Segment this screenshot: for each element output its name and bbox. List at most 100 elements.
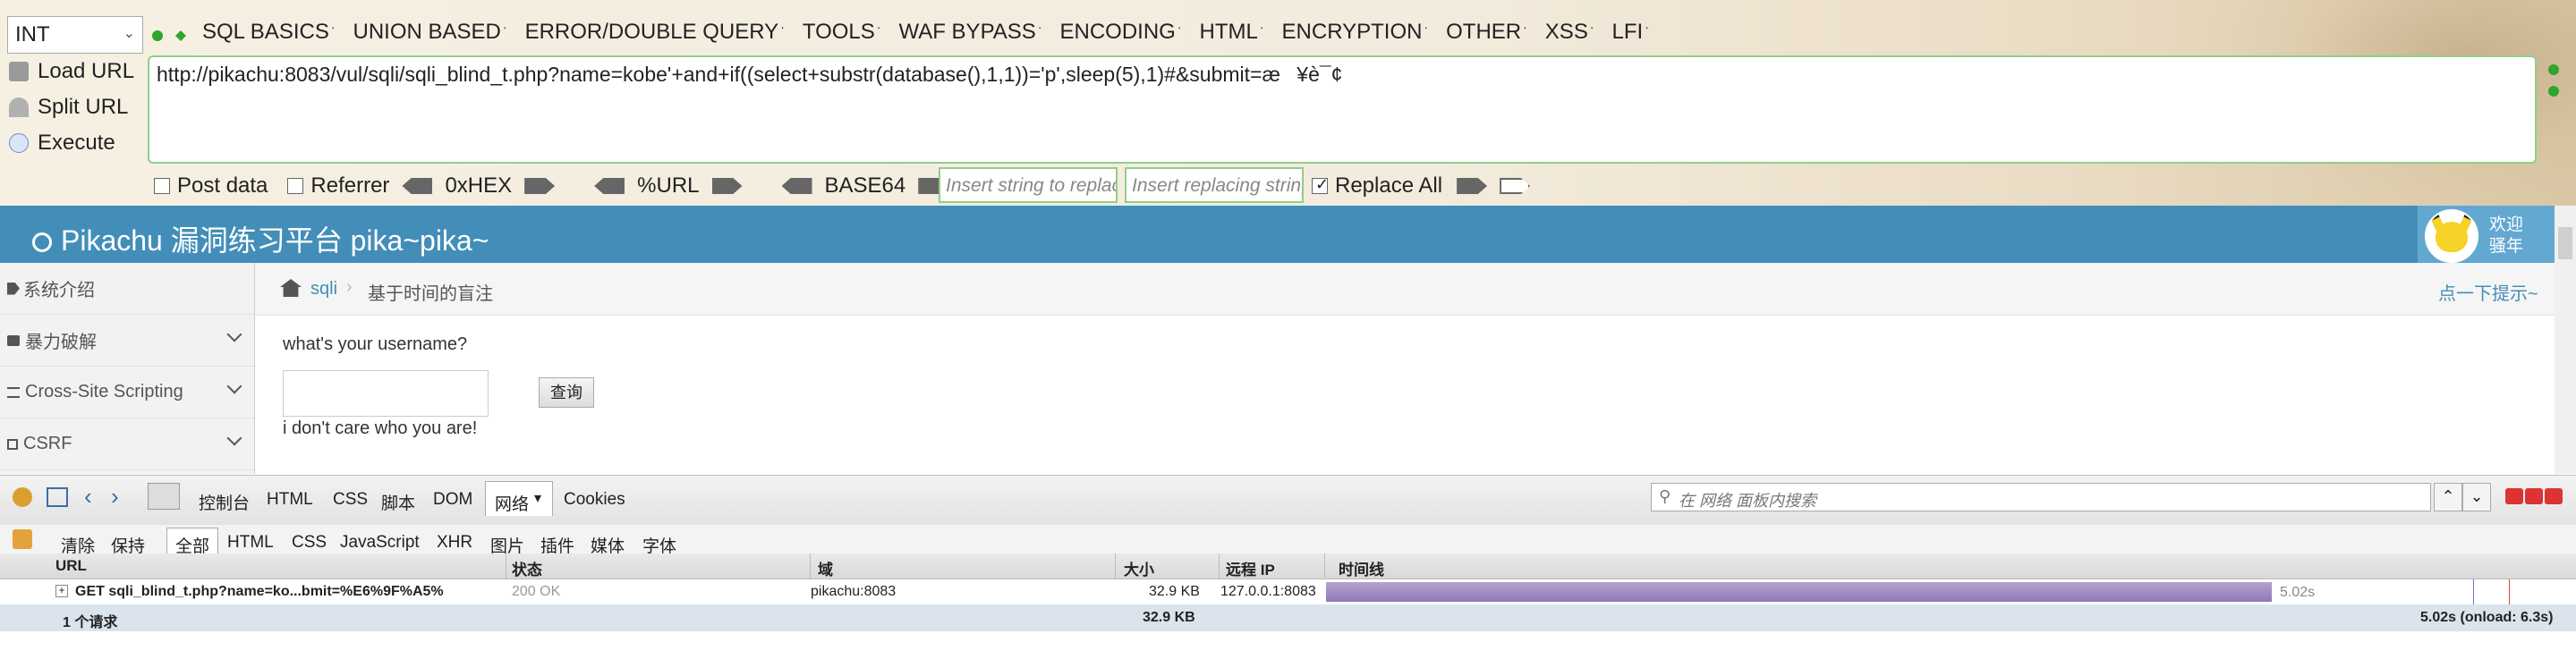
col-timeline[interactable]: 时间线 [1339,557,1384,579]
green-diamond-icon [175,30,186,41]
tab-network-active[interactable]: 网络 ▾ [485,481,553,516]
url-encode-icon[interactable] [711,178,743,194]
load-marker [2509,579,2510,604]
sidebar-item-intro[interactable]: 系统介绍 [0,263,254,315]
menu-waf-bypass[interactable]: WAF BYPASS [898,20,1041,52]
sidebar-item-brute-force[interactable]: 暴力破解 [0,315,254,367]
chevron-down-icon [226,378,242,394]
menu-encoding[interactable]: ENCODING [1060,20,1182,52]
menu-tools[interactable]: TOOLS [803,20,881,52]
tab-script[interactable]: 脚本 [381,490,415,514]
menu-html[interactable]: HTML [1200,20,1264,52]
green-dot-icon [152,30,163,41]
referrer-label: Referrer [310,173,390,198]
breadcrumb-current: 基于时间的盲注 [368,284,493,304]
hex-encode-icon[interactable] [524,178,556,194]
col-domain[interactable]: 域 [818,557,833,579]
col-url[interactable]: URL [55,557,87,575]
chevron-down-icon [226,430,242,446]
breadcrumb-link-sqli[interactable]: sqli [310,279,337,300]
tab-css[interactable]: CSS [333,490,368,510]
command-line-icon[interactable] [148,483,180,510]
firebug-icon[interactable] [13,487,32,507]
base64-label: BASE64 [824,173,906,198]
filter-xhr[interactable]: XHR [437,533,472,553]
network-search-input[interactable]: ⚲ 在 网络 面板内搜索 [1651,483,2431,511]
search-next-button[interactable]: ⌄ [2462,483,2491,511]
tab-network-label: 网络 [495,495,530,514]
filter-html[interactable]: HTML [227,533,274,553]
username-input[interactable] [283,370,489,417]
tab-cookies[interactable]: Cookies [564,490,625,510]
sidebar: 系统介绍 暴力破解 Cross-Site Scripting CSRF [0,263,255,474]
menu-union-based[interactable]: UNION BASED [353,20,507,52]
filter-javascript[interactable]: JavaScript [340,533,420,553]
encoding-select[interactable]: INT ⌄ [7,16,143,54]
network-summary-row: 1 个请求 32.9 KB 5.02s (onload: 6.3s) [0,604,2576,631]
detach-icon[interactable] [2525,488,2543,504]
menu-sql-basics[interactable]: SQL BASICS [202,20,336,52]
summary-count: 1 个请求 [63,615,118,630]
replacing-input[interactable]: Insert replacing string [1125,167,1304,203]
chevron-down-icon: ▾ [534,491,542,506]
tab-dom[interactable]: DOM [433,490,472,510]
base64-decode-icon[interactable] [781,178,812,194]
referrer-checkbox[interactable] [287,178,304,194]
replace-input[interactable]: Insert string to replace [939,167,1118,203]
expand-icon[interactable]: + [55,585,68,597]
menu-other[interactable]: OTHER [1446,20,1527,52]
request-time: 5.02s [2280,585,2316,600]
replace-run-icon[interactable] [1457,178,1488,194]
page-scrollbar[interactable] [2555,206,2576,474]
col-status[interactable]: 状态 [512,557,542,579]
sidebar-item-csrf[interactable]: CSRF [0,418,254,470]
page-banner: Pikachu 漏洞练习平台 pika~pika~ 欢迎 骚年 [0,206,2555,263]
encoding-select-value: INT [15,22,50,46]
replace-placeholder: Insert string to replace [946,175,1118,196]
request-size: 32.9 KB [1149,584,1200,599]
col-size[interactable]: 大小 [1124,557,1154,579]
search-prev-button[interactable]: ⌃ [2434,483,2462,511]
query-button[interactable]: 查询 [539,377,594,408]
main-content: what's your username? 查询 i don't care wh… [255,315,2555,474]
search-icon: ⚲ [1659,487,1671,505]
execute-icon [9,133,29,153]
scrollbar-thumb[interactable] [2558,227,2572,259]
hackbar-toolbar: INT ⌄ SQL BASICS UNION BASED ERROR/DOUBL… [0,0,2576,206]
home-icon[interactable] [280,279,302,297]
menu-lfi[interactable]: LFI [1612,20,1649,52]
post-data-label: Post data [177,173,268,198]
menu-error-double-query[interactable]: ERROR/DOUBLE QUERY [525,20,785,52]
url-textarea[interactable]: http://pikachu:8083/vul/sqli/sqli_blind_… [148,55,2537,164]
sidebar-item-xss[interactable]: Cross-Site Scripting [0,367,254,418]
menu-xss[interactable]: XSS [1545,20,1594,52]
url-decode-icon[interactable] [594,178,625,194]
post-data-checkbox[interactable] [154,178,170,194]
chevron-down-icon [226,326,242,342]
hex-decode-icon[interactable] [402,178,433,194]
table-row[interactable]: + GET sqli_blind_t.php?name=ko...bmit=%E… [0,579,2576,604]
tab-html[interactable]: HTML [267,490,313,510]
replace-all-checkbox[interactable]: ✓ [1312,175,1329,194]
filter-css[interactable]: CSS [292,533,327,553]
filter-all-active[interactable]: 全部 [166,528,218,556]
forward-icon[interactable]: › [111,483,119,511]
replace-run-alt-icon[interactable] [1500,178,1531,194]
pause-icon[interactable] [13,529,32,549]
user-box[interactable]: 欢迎 骚年 [2418,206,2555,263]
execute-button[interactable]: Execute [9,127,115,159]
close-icon[interactable] [2545,488,2563,504]
load-url-button[interactable]: Load URL [9,55,134,88]
tab-console[interactable]: 控制台 [199,490,250,514]
welcome-text: 欢迎 骚年 [2489,215,2523,258]
inspect-icon[interactable] [47,487,68,507]
chevron-down-icon: ⌄ [123,26,135,41]
request-url[interactable]: GET sqli_blind_t.php?name=ko...bmit=%E6%… [75,584,444,600]
minimize-icon[interactable] [2505,488,2523,504]
back-icon[interactable]: ‹ [84,483,92,511]
menu-encryption[interactable]: ENCRYPTION [1282,20,1429,52]
col-remote-ip[interactable]: 远程 IP [1226,557,1275,579]
hint-link[interactable]: 点一下提示~ [2438,279,2538,305]
split-url-button[interactable]: Split URL [9,91,128,123]
page-title-text[interactable]: Pikachu 漏洞练习平台 pika~pika~ [61,224,489,257]
